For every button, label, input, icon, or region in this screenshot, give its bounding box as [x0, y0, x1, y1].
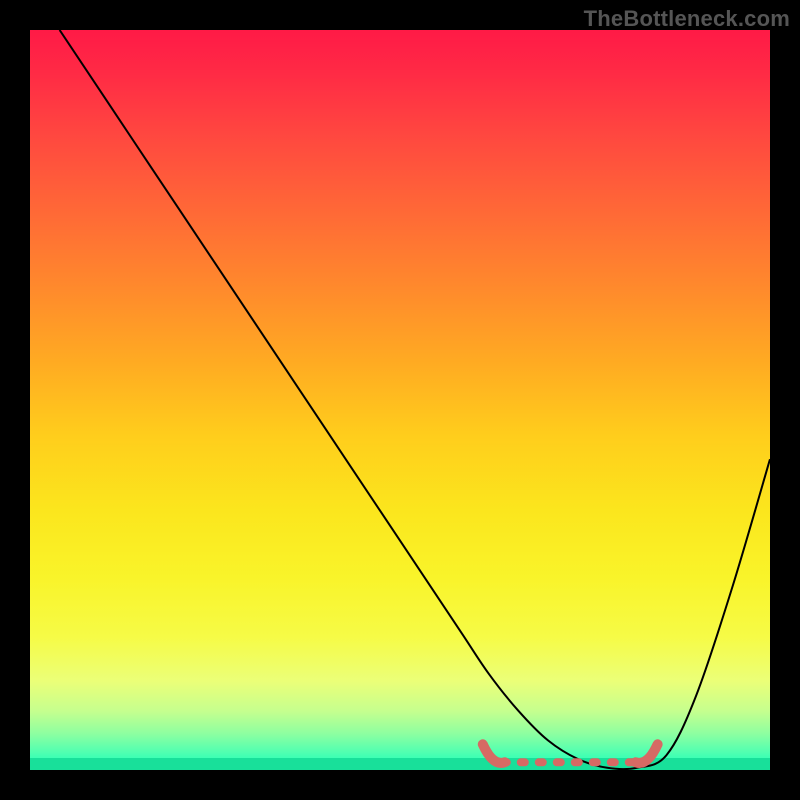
minimum-marker-right-lobe	[636, 744, 658, 763]
curve-svg	[30, 30, 770, 770]
watermark-text: TheBottleneck.com	[584, 6, 790, 32]
chart-frame: TheBottleneck.com	[0, 0, 800, 800]
bottleneck-curve	[60, 30, 770, 769]
plot-area	[30, 30, 770, 770]
minimum-marker-left-lobe	[483, 744, 505, 763]
